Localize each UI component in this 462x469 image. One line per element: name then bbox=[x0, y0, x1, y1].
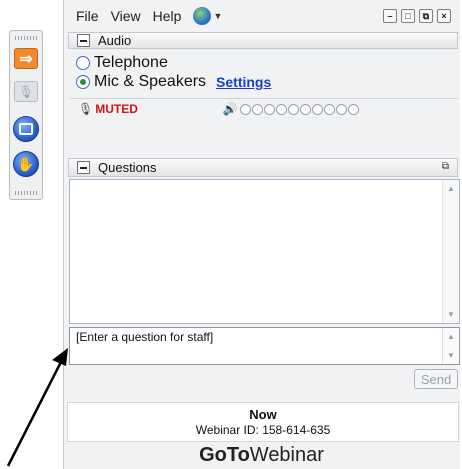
arrow-shaft bbox=[6, 355, 66, 467]
arrow-head bbox=[52, 348, 68, 366]
annotation-arrow bbox=[6, 348, 68, 467]
